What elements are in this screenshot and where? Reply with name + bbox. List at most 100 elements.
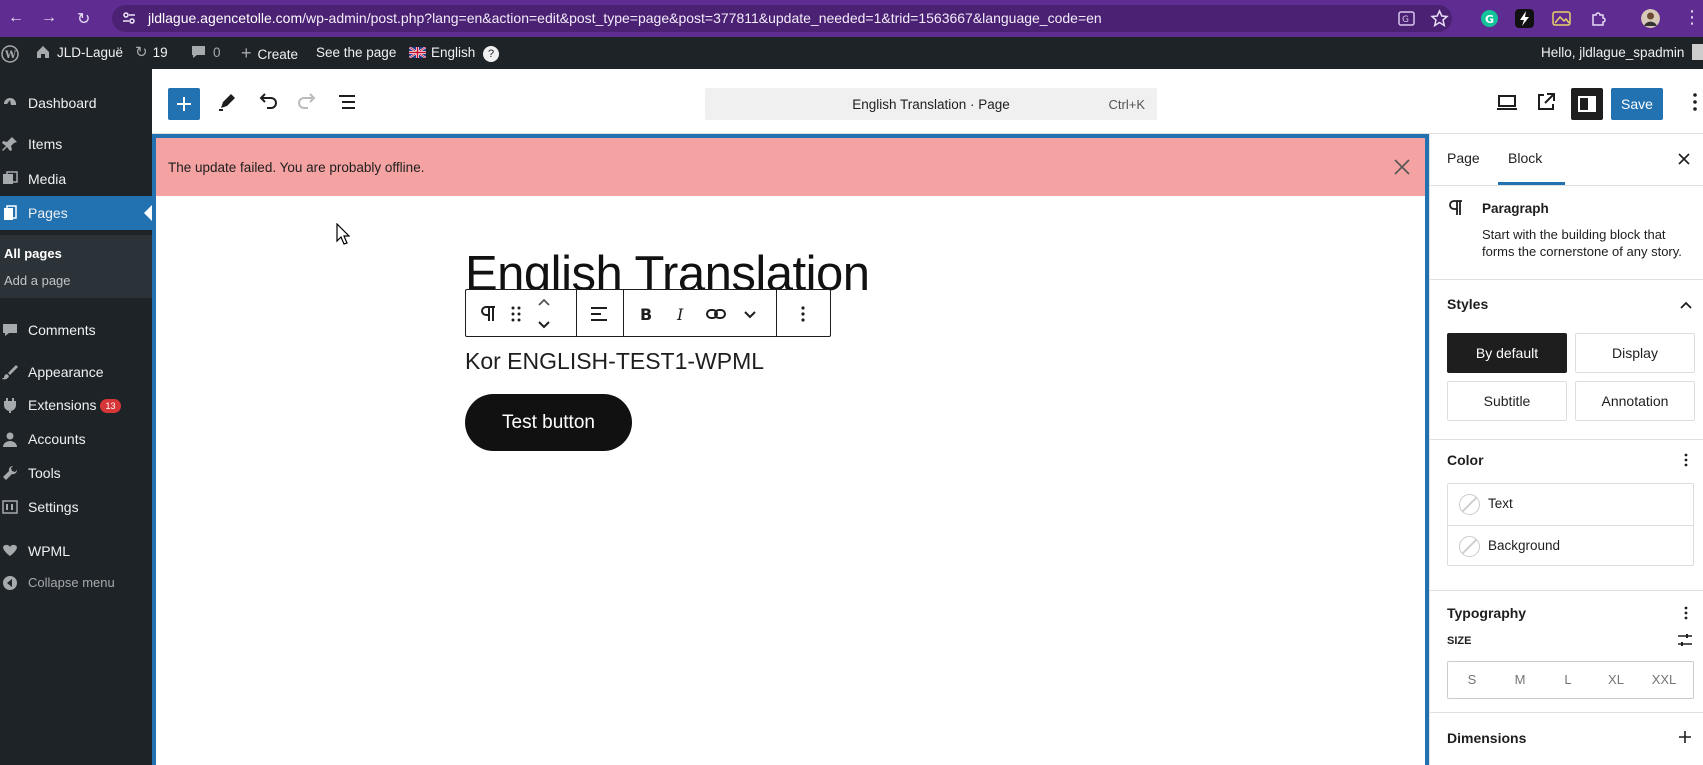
- options-kebab-icon[interactable]: [1681, 88, 1703, 116]
- plus-icon: [177, 97, 191, 111]
- redo-icon[interactable]: [294, 88, 322, 116]
- align-left-icon[interactable]: [587, 302, 611, 326]
- updates-link[interactable]: ↻ 19: [135, 37, 168, 69]
- italic-icon[interactable]: I: [669, 302, 693, 326]
- paragraph-block-icon[interactable]: [476, 302, 500, 326]
- wrench-icon: [3, 465, 18, 480]
- drag-handle-icon[interactable]: [504, 302, 528, 326]
- grammarly-extension-icon[interactable]: G: [1480, 9, 1499, 28]
- svg-text:I: I: [676, 305, 684, 324]
- wordpress-logo-icon[interactable]: W: [1, 45, 19, 63]
- sidebar-item-wpml[interactable]: WPML: [0, 534, 152, 568]
- extensions-puzzle-icon[interactable]: [1589, 9, 1608, 28]
- submenu-add-page[interactable]: Add a page: [4, 273, 71, 288]
- extension-image-icon[interactable]: [1552, 9, 1571, 28]
- sidebar-collapse-menu[interactable]: Collapse menu: [0, 566, 152, 600]
- block-inserter-button[interactable]: [168, 88, 200, 120]
- language-switcher[interactable]: English ?: [408, 37, 500, 69]
- color-settings-group: Text Background: [1447, 483, 1694, 566]
- sidebar-item-tools[interactable]: Tools: [0, 456, 152, 490]
- size-option-s[interactable]: S: [1448, 672, 1496, 687]
- brush-icon: [2, 365, 18, 380]
- custom-size-sliders-icon[interactable]: [1677, 632, 1693, 648]
- block-description: Start with the building block that forms…: [1482, 227, 1682, 259]
- command-palette-bar[interactable]: English Translation · Page Ctrl+K: [705, 88, 1157, 120]
- plus-icon: +: [241, 43, 252, 63]
- style-by-default[interactable]: By default: [1447, 333, 1567, 373]
- sidebar-item-appearance[interactable]: Appearance: [0, 355, 152, 389]
- forward-icon[interactable]: →: [41, 9, 57, 27]
- shortcut-hint: Ctrl+K: [1108, 97, 1145, 112]
- help-icon[interactable]: ?: [483, 46, 500, 62]
- size-option-xxl[interactable]: XXL: [1640, 672, 1688, 687]
- style-subtitle[interactable]: Subtitle: [1447, 381, 1567, 421]
- svg-text:G: G: [1485, 13, 1494, 26]
- bold-icon[interactable]: B: [634, 302, 658, 326]
- style-display[interactable]: Display: [1575, 333, 1695, 373]
- link-icon[interactable]: [704, 302, 728, 326]
- tools-pen-icon[interactable]: [213, 88, 241, 116]
- sidebar-item-dashboard[interactable]: Dashboard: [0, 86, 152, 120]
- site-info-icon[interactable]: [122, 11, 136, 25]
- sidebar-item-extensions[interactable]: Extensions 13: [0, 388, 152, 422]
- sidebar-item-media[interactable]: Media: [0, 162, 152, 196]
- create-new-link[interactable]: + Create: [241, 37, 298, 69]
- typography-options-kebab-icon[interactable]: [1678, 605, 1694, 621]
- reload-icon[interactable]: ↻: [77, 9, 90, 29]
- size-option-m[interactable]: M: [1496, 672, 1544, 687]
- styles-section-title[interactable]: Styles: [1447, 296, 1488, 312]
- site-name-link[interactable]: JLD-Laguë: [35, 37, 123, 69]
- user-avatar: [1692, 44, 1703, 60]
- move-up-down-icon[interactable]: [532, 292, 556, 336]
- view-page-external-icon[interactable]: [1532, 88, 1560, 116]
- see-page-link[interactable]: See the page: [316, 37, 396, 69]
- sidebar-item-comments[interactable]: Comments: [0, 313, 152, 347]
- bookmark-star-icon[interactable]: [1430, 9, 1449, 28]
- tab-page[interactable]: Page: [1447, 150, 1480, 166]
- color-background-row[interactable]: Background: [1448, 526, 1693, 567]
- block-options-kebab-icon[interactable]: [791, 302, 815, 326]
- sidebar-item-settings[interactable]: Settings: [0, 490, 152, 524]
- settings-panel-toggle[interactable]: [1571, 88, 1603, 120]
- chevron-up-icon[interactable]: [1679, 298, 1693, 312]
- profile-avatar-icon[interactable]: [1641, 9, 1660, 28]
- media-icon: [3, 171, 18, 184]
- pin-icon: [2, 137, 17, 151]
- style-annotation[interactable]: Annotation: [1575, 381, 1695, 421]
- extension-bolt-icon[interactable]: [1515, 9, 1534, 28]
- plugin-icon: [4, 398, 16, 413]
- url-text: jldlague.agencetolle.com/wp-admin/post.p…: [148, 10, 1102, 26]
- size-label: SIZE: [1447, 635, 1472, 647]
- editor-header: English Translation · Page Ctrl+K Save: [152, 69, 1703, 134]
- size-option-xl[interactable]: XL: [1592, 672, 1640, 687]
- paragraph-block[interactable]: Kor ENGLISH-TEST1-WPML: [465, 348, 764, 375]
- size-option-l[interactable]: L: [1544, 672, 1592, 687]
- document-overview-icon[interactable]: [333, 88, 361, 116]
- user-greeting[interactable]: Hello, jldlague_spadmin: [1541, 37, 1703, 69]
- editor-canvas[interactable]: The update failed. You are probably offl…: [152, 134, 1429, 765]
- color-text-row[interactable]: Text: [1448, 484, 1693, 525]
- sidebar-item-pages[interactable]: Pages: [0, 196, 152, 230]
- browser-menu-icon[interactable]: ⋮: [1683, 7, 1701, 28]
- sidebar-item-accounts[interactable]: Accounts: [0, 422, 152, 456]
- back-icon[interactable]: ←: [8, 9, 24, 27]
- translate-icon[interactable]: G: [1397, 9, 1416, 28]
- svg-text:W: W: [4, 50, 17, 61]
- test-button-block[interactable]: Test button: [465, 394, 632, 451]
- color-options-kebab-icon[interactable]: [1678, 452, 1694, 468]
- wp-admin-bar: W JLD-Laguë ↻ 19 0 + Create See the page E…: [0, 37, 1703, 69]
- close-panel-icon[interactable]: [1677, 152, 1691, 166]
- add-dimensions-plus-icon[interactable]: [1678, 730, 1692, 744]
- submenu-all-pages[interactable]: All pages: [4, 246, 62, 261]
- document-title: English Translation · Page: [852, 97, 1010, 112]
- home-icon: [37, 46, 49, 58]
- preview-device-icon[interactable]: [1493, 88, 1521, 116]
- undo-icon[interactable]: [253, 88, 281, 116]
- address-bar[interactable]: jldlague.agencetolle.com/wp-admin/post.p…: [112, 5, 1452, 32]
- more-formats-chevron-icon[interactable]: [738, 302, 762, 326]
- save-button[interactable]: Save: [1611, 88, 1663, 120]
- tab-block[interactable]: Block: [1508, 150, 1542, 166]
- comments-link[interactable]: 0: [191, 37, 221, 69]
- close-notice-icon[interactable]: [1391, 156, 1413, 178]
- sidebar-item-items[interactable]: Items: [0, 127, 152, 161]
